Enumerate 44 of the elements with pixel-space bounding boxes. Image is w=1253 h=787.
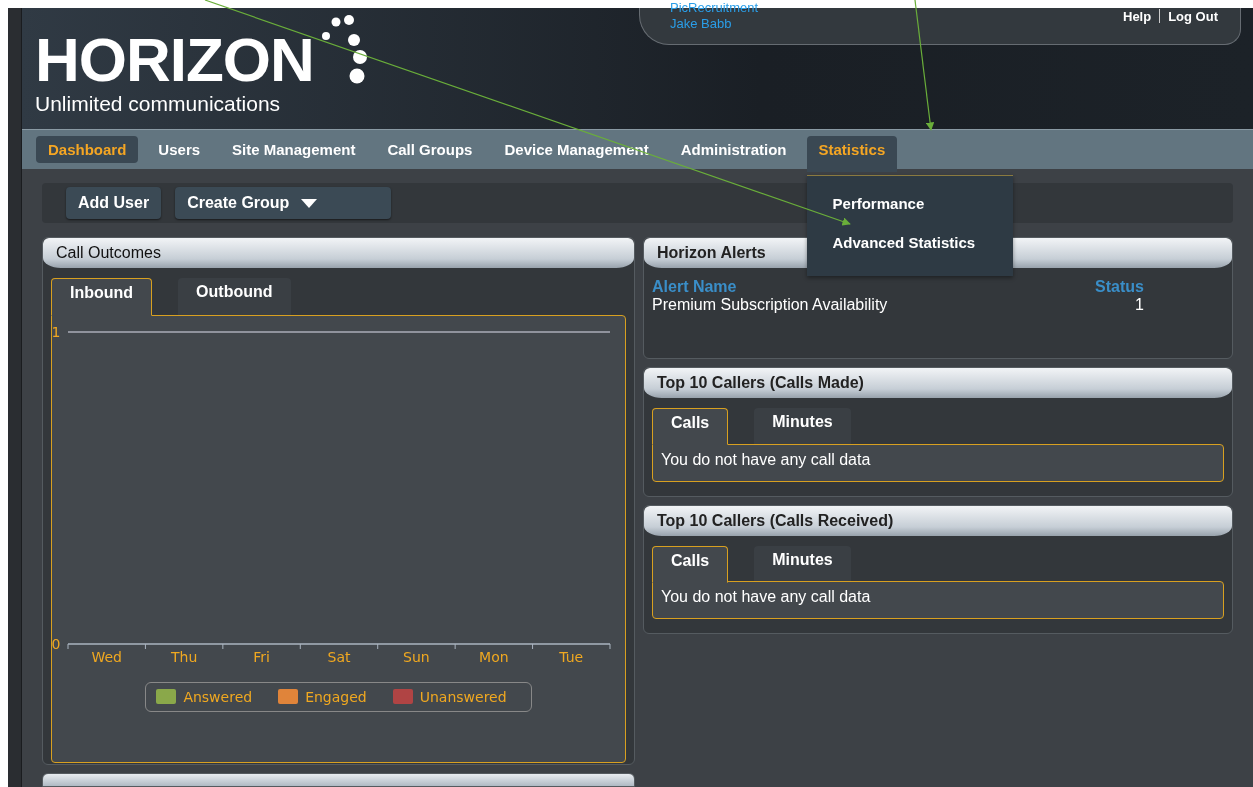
table-cell: Premium Subscription Availability — [652, 296, 888, 314]
x-tick-label: Wed — [90, 648, 122, 665]
nav-tab[interactable]: Device Management — [492, 136, 661, 164]
callers-tab[interactable]: Calls — [652, 545, 729, 583]
header-link[interactable]: Log Out — [1168, 8, 1218, 24]
nav-tab[interactable]: Statistics — [806, 136, 898, 173]
account-link[interactable]: Jake Babb — [670, 16, 759, 32]
y-tick-label: 0 — [51, 635, 60, 652]
legend-label: Unanswered — [419, 688, 507, 705]
panel-title: Call Outcomes — [43, 238, 634, 268]
callers-tab[interactable]: Minutes — [754, 408, 851, 444]
x-tick-label: Thu — [170, 648, 197, 665]
add-user-button[interactable]: Add User — [66, 187, 162, 219]
callers-tab[interactable]: Minutes — [754, 545, 851, 581]
caret-icon — [301, 198, 318, 208]
panel-title: Top 10 Callers (Calls Made) — [644, 368, 1232, 398]
table-cell: 1 — [1135, 296, 1144, 314]
x-tick-label: Sun — [402, 648, 430, 665]
nav-tab[interactable]: Administration — [668, 136, 799, 164]
legend-label: Engaged — [305, 688, 367, 705]
nav-tab[interactable]: Site Management — [220, 136, 368, 164]
empty-message: You do not have any call data — [661, 450, 871, 468]
tagline: Unlimited communications — [35, 92, 282, 116]
nav-tab[interactable]: Dashboard — [36, 136, 139, 164]
menu-item[interactable]: Performance — [806, 184, 1013, 224]
column-header: Alert Name — [652, 278, 737, 296]
x-tick-label: Tue — [558, 648, 583, 665]
x-tick-label: Sat — [327, 648, 350, 665]
account-link[interactable]: PicRecruitment — [670, 0, 759, 16]
nav-tab[interactable]: Call Groups — [375, 136, 485, 164]
chart-tab[interactable]: Outbound — [178, 278, 291, 315]
nav-tab[interactable]: Users — [146, 136, 213, 164]
y-tick-label: 1 — [51, 323, 60, 340]
panel-title: Top 10 Callers (Calls Received) — [644, 505, 1232, 536]
x-tick-label: Mon — [478, 648, 509, 665]
legend-label: Answered — [183, 688, 253, 705]
callers-tab[interactable]: Calls — [652, 408, 729, 445]
header-link[interactable]: Help — [1123, 8, 1152, 24]
logo-text: HORIZON — [35, 28, 314, 92]
empty-message: You do not have any call data — [661, 588, 871, 605]
column-header: Status — [1095, 278, 1144, 296]
create-group-dropdown[interactable]: Create Group — [175, 187, 392, 219]
chart-tab[interactable]: Inbound — [51, 278, 153, 316]
x-tick-label: Fri — [252, 648, 270, 665]
